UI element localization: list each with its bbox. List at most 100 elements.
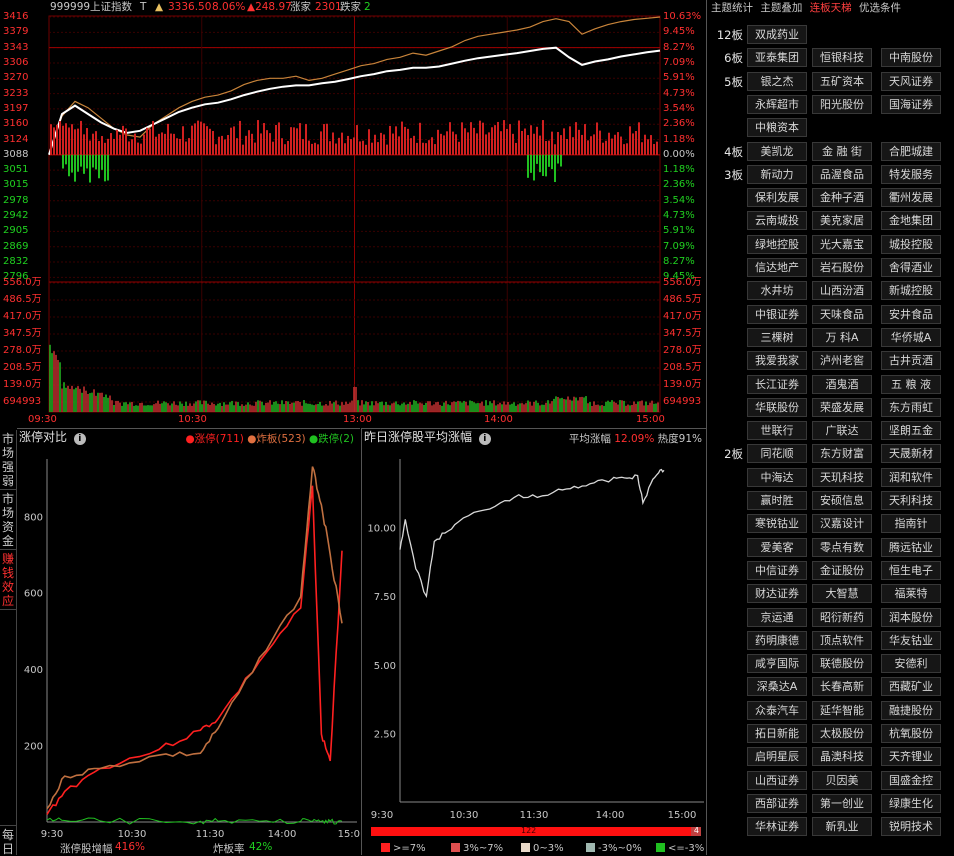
ladder-stock-tag[interactable]: 中银证券 [747,304,807,324]
ladder-stock-tag[interactable]: 双成药业 [747,25,807,44]
ladder-stock-tag[interactable]: 山西汾酒 [812,281,872,301]
ladder-stock-tag[interactable]: 寒锐钴业 [747,514,807,534]
ladder-stock-tag[interactable]: 杭氧股份 [881,724,941,743]
ladder-stock-tag[interactable]: 零点有数 [812,537,872,557]
ladder-stock-tag[interactable]: 延华智能 [812,700,872,720]
ladder-stock-tag[interactable]: 金证股份 [812,560,872,580]
ladder-stock-tag[interactable]: 联德股份 [812,654,872,674]
ladder-stock-tag[interactable]: 古井贡酒 [881,351,941,371]
ladder-stock-tag[interactable]: 金地集团 [881,211,941,231]
ladder-stock-tag[interactable]: 长江证券 [747,374,807,394]
ladder-stock-tag[interactable]: 众泰汽车 [747,700,807,720]
ladder-stock-tag[interactable]: 保利发展 [747,188,807,208]
ladder-stock-tag[interactable]: 华侨城A [881,327,941,347]
ladder-stock-tag[interactable]: 阳光股份 [812,94,872,114]
ladder-stock-tag[interactable]: 云南城投 [747,211,807,231]
ladder-stock-tag[interactable]: 五矿资本 [812,71,872,91]
ladder-stock-tag[interactable]: 岩石股份 [812,258,872,277]
ladder-stock-tag[interactable]: 恒银科技 [812,48,872,68]
ladder-stock-tag[interactable]: 华林证券 [747,817,807,837]
ladder-stock-tag[interactable]: 天玑科技 [812,467,872,487]
ladder-stock-tag[interactable]: 品渥食品 [812,164,872,184]
menu-item-preferred[interactable]: 优选条件 [859,2,901,14]
tab-market-capital[interactable]: 市场资金 [0,490,16,550]
intraday-chart[interactable]: 3416 3379 3343 3306 3270 3233 3197 3160 3124 3088… [0,11,706,428]
ladder-stock-tag[interactable]: 金 融 街 [812,141,872,161]
ladder-stock-tag[interactable]: 万 科A [812,327,872,347]
ladder-stock-tag[interactable]: 银之杰 [747,71,807,91]
ladder-stock-tag[interactable]: 西部证券 [747,793,807,813]
ladder-stock-tag[interactable]: 美凯龙 [747,141,807,161]
ladder-stock-tag[interactable]: 信达地产 [747,258,807,277]
ladder-stock-tag[interactable]: 锐明技术 [881,817,941,837]
ladder-stock-tag[interactable]: 拓日新能 [747,724,807,743]
ladder-stock-tag[interactable]: 天齐锂业 [881,747,941,767]
ladder-stock-tag[interactable]: 荣盛发展 [812,397,872,417]
ladder-stock-tag[interactable]: 指南针 [881,514,941,534]
ladder-stock-tag[interactable]: 顶点软件 [812,630,872,650]
ladder-stock-tag[interactable]: 贝因美 [812,770,872,790]
tab-market-strength[interactable]: 市场强弱 [0,430,16,490]
ladder-stock-tag[interactable]: 水井坊 [747,281,807,301]
menu-item-theme-stats[interactable]: 主题统计 [711,2,753,14]
ladder-stock-tag[interactable]: 中海达 [747,467,807,487]
ladder-stock-tag[interactable]: 世联行 [747,421,807,441]
ladder-stock-tag[interactable]: 三棵树 [747,327,807,347]
ladder-stock-tag[interactable]: 福莱特 [881,584,941,604]
ladder-stock-tag[interactable]: 华友钴业 [881,630,941,650]
ladder-stock-tag[interactable]: 亚泰集团 [747,48,807,68]
ladder-stock-tag[interactable]: 太极股份 [812,724,872,743]
ladder-stock-tag[interactable]: 昭衍新药 [812,607,872,627]
ladder-stock-tag[interactable]: 天味食品 [812,304,872,324]
ladder-stock-tag[interactable]: 山西证券 [747,770,807,790]
ladder-stock-tag[interactable]: 启明星辰 [747,747,807,767]
ladder-stock-tag[interactable]: 天利科技 [881,491,941,510]
ladder-stock-tag[interactable]: 衢州发展 [881,188,941,208]
ladder-stock-tag[interactable]: 咸亨国际 [747,654,807,674]
ladder-stock-tag[interactable]: 金种子酒 [812,188,872,208]
ladder-stock-tag[interactable]: 安井食品 [881,304,941,324]
ladder-stock-tag[interactable]: 润本股份 [881,607,941,627]
ladder-stock-tag[interactable]: 合肥城建 [881,141,941,161]
ladder-stock-tag[interactable]: 美克家居 [812,211,872,231]
ladder-stock-tag[interactable]: 京运通 [747,607,807,627]
ladder-stock-tag[interactable]: 永辉超市 [747,94,807,114]
ladder-stock-tag[interactable]: 同花顺 [747,444,807,464]
ladder-stock-tag[interactable]: 药明康德 [747,630,807,650]
ladder-stock-tag[interactable]: 光大嘉宝 [812,234,872,254]
ladder-stock-tag[interactable]: 绿地控股 [747,234,807,254]
ladder-stock-tag[interactable]: 新动力 [747,164,807,184]
ladder-stock-tag[interactable]: 坚朗五金 [881,421,941,441]
ladder-stock-tag[interactable]: 安硕信息 [812,491,872,510]
ladder-stock-tag[interactable]: 中粮资本 [747,118,807,138]
ladder-stock-tag[interactable]: 恒生电子 [881,560,941,580]
ladder-stock-tag[interactable]: 天风证券 [881,71,941,91]
ladder-stock-tag[interactable]: 广联达 [812,421,872,441]
ladder-stock-tag[interactable]: 泸州老窖 [812,351,872,371]
ladder-stock-tag[interactable]: 华联股份 [747,397,807,417]
ladder-stock-tag[interactable]: 财达证券 [747,584,807,604]
ladder-stock-tag[interactable]: 汉嘉设计 [812,514,872,534]
ladder-stock-tag[interactable]: 特发服务 [881,164,941,184]
ladder-stock-tag[interactable]: 新城控股 [881,281,941,301]
ladder-stock-tag[interactable]: 大智慧 [812,584,872,604]
ladder-stock-tag[interactable]: 国海证券 [881,94,941,114]
ladder-stock-tag[interactable]: 腾远钴业 [881,537,941,557]
ladder-stock-tag[interactable]: 绿康生化 [881,793,941,813]
ladder-stock-tag[interactable]: 天晟新材 [881,444,941,464]
tab-profit-effect[interactable]: 赚钱效应 [0,550,16,610]
ladder-stock-tag[interactable]: 五 粮 液 [881,374,941,394]
ladder-stock-tag[interactable]: 酒鬼酒 [812,374,872,394]
ladder-stock-tag[interactable]: 东方财富 [812,444,872,464]
ladder-stock-tag[interactable]: 爱美客 [747,537,807,557]
ladder-stock-tag[interactable]: 深桑达A [747,677,807,697]
ladder-stock-tag[interactable]: 润和软件 [881,467,941,487]
ladder-stock-tag[interactable]: 东方雨虹 [881,397,941,417]
ladder-stock-tag[interactable]: 新乳业 [812,817,872,837]
ladder-stock-tag[interactable]: 安德利 [881,654,941,674]
ladder-stock-tag[interactable]: 长春高新 [812,677,872,697]
ladder-stock-tag[interactable]: 舍得酒业 [881,258,941,277]
ladder-stock-tag[interactable]: 中南股份 [881,48,941,68]
ladder-stock-tag[interactable]: 国盛金控 [881,770,941,790]
ladder-stock-tag[interactable]: 赢时胜 [747,491,807,510]
